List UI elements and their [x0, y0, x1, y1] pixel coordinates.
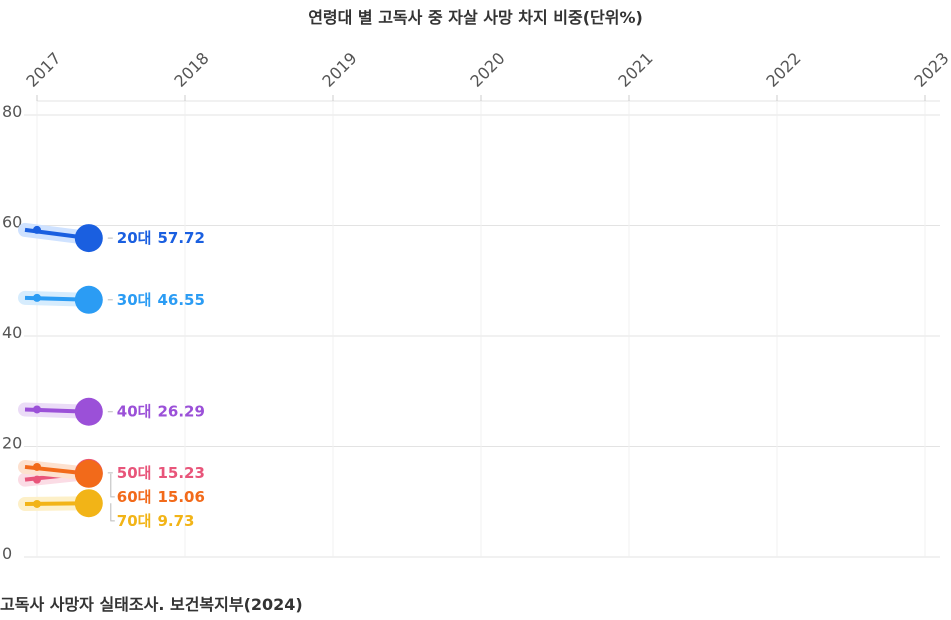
series-end-label: 20대 57.72: [117, 229, 205, 247]
series-end-label: 70대 9.73: [117, 512, 195, 530]
y-tick-label: 0: [2, 544, 12, 563]
label-layer: 20대 57.72 30대 46.55 40대 26.29 50대 15.23 60대 15.06…: [107, 229, 205, 530]
series-end-point: [74, 285, 103, 314]
series-value: 46.55: [157, 291, 204, 309]
series-start-point: [33, 499, 41, 508]
x-tick-label: 2020: [466, 49, 508, 91]
y-tick-label: 80: [2, 102, 22, 121]
label-connector: [110, 503, 115, 522]
series-start-point: [33, 475, 41, 484]
y-tick-label: 40: [2, 323, 22, 342]
series-name: 20대: [117, 229, 152, 247]
x-tick-label: 2023: [910, 49, 951, 91]
series-name: 70대: [117, 512, 152, 530]
series-end-label: 60대 15.06: [117, 488, 205, 506]
x-tick-label: 2019: [318, 49, 360, 91]
x-tick-label: 2018: [170, 49, 212, 91]
series-value: 57.72: [157, 229, 204, 247]
series-name: 30대: [117, 291, 152, 309]
series-end-point: [74, 489, 103, 518]
series-value: 15.06: [157, 488, 204, 506]
x-tick-label: 2022: [762, 49, 804, 91]
series-name: 50대: [117, 464, 152, 482]
series-end-point: [74, 224, 103, 253]
source-note: 고독사 사망자 실태조사. 보건복지부(2024): [0, 595, 303, 614]
series-value: 15.23: [157, 464, 204, 482]
series-end-point: [74, 397, 103, 426]
series-value: 9.73: [157, 512, 194, 530]
series-start-point: [33, 462, 41, 471]
series-start-point: [33, 225, 41, 234]
series-end-label: 40대 26.29: [117, 403, 205, 421]
series-start-point: [33, 405, 41, 414]
label-connector: [110, 473, 115, 498]
line-chart: 0204060802017 2018 2019 2020 2021 2022 2023 20…: [2, 49, 951, 563]
series-start-point: [33, 293, 41, 302]
series-end-point: [74, 459, 103, 488]
series-value: 26.29: [157, 403, 204, 421]
x-tick-label: 2021: [614, 49, 656, 91]
series-name: 60대: [117, 488, 152, 506]
series-end-label: 30대 46.55: [117, 291, 205, 309]
series-end-label: 50대 15.23: [117, 464, 205, 482]
y-tick-label: 20: [2, 434, 22, 453]
x-tick-label: 2017: [22, 49, 64, 91]
series-name: 40대: [117, 403, 152, 421]
